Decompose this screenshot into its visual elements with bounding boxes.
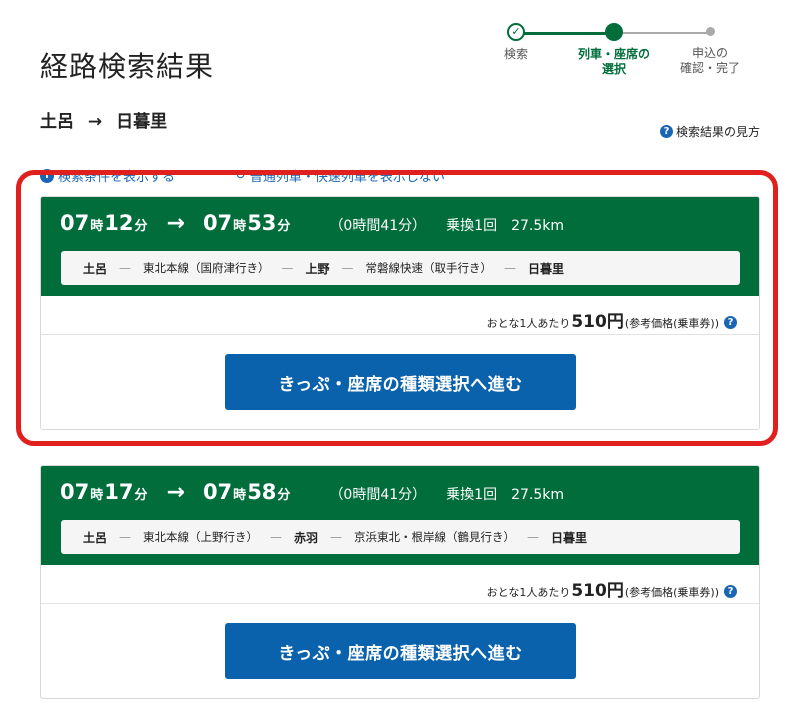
result-card: 07 時 12 分 → 07 時 53 分 （0時間41分） 乗換1回 27.5km 土呂 … (40, 196, 760, 430)
dep-minute: 12 (104, 211, 134, 235)
fare-row: おとな1人あたり 510円 (参考価格(乗車券)) ? (41, 565, 759, 604)
minute-unit: 分 (277, 488, 291, 503)
fare-row: おとな1人あたり 510円 (参考価格(乗車券)) ? (41, 296, 759, 335)
progress-stepper: ✓ 検索 列車・座席の 選択 申込の 確認・完了 (490, 20, 760, 90)
step-label: 申込の 確認・完了 (679, 46, 740, 75)
duration: （0時間41分） (329, 218, 427, 234)
fare-price: 510円 (571, 581, 624, 601)
minute-unit: 分 (134, 488, 148, 503)
station: 日暮里 (528, 261, 565, 276)
time-summary: 07 時 12 分 → 07 時 53 分 （0時間41分） 乗換1回 27.5km (60, 211, 564, 236)
distance: 27.5km (511, 487, 565, 503)
time-summary: 07 時 17 分 → 07 時 58 分 （0時間41分） 乗換1回 27.5km (60, 480, 564, 505)
pending-step-dot (705, 27, 715, 36)
station: 土呂 (83, 530, 108, 545)
help-link[interactable]: ? 検索結果の見方 (660, 123, 760, 140)
path-separator: — (341, 261, 354, 275)
page-title: 経路検索結果 (40, 49, 215, 83)
arr-hour: 07 (202, 211, 233, 235)
hour-unit: 時 (233, 219, 247, 234)
path-separator: — (330, 530, 343, 544)
path-separator: — (504, 261, 517, 275)
station: 赤羽 (294, 530, 319, 545)
show-conditions-label: 検索条件を表示する (58, 170, 176, 185)
result-card: 07 時 17 分 → 07 時 58 分 （0時間41分） 乗換1回 27.5km 土呂 … (40, 465, 760, 699)
path-separator: — (281, 261, 294, 275)
fare-info: おとな1人あたり 510円 (参考価格(乗車券)) ? (487, 576, 737, 601)
train-line: 東北本線（上野行き） (143, 530, 259, 544)
route-arrow: → (87, 112, 103, 132)
station: 日暮里 (551, 530, 588, 545)
path-separator: — (270, 530, 283, 544)
proceed-ticket-selection-button[interactable]: きっぷ・座席の種類選択へ進む (225, 623, 576, 679)
minute-unit: 分 (277, 219, 291, 234)
current-step-dot (605, 23, 623, 41)
duration: （0時間41分） (329, 487, 427, 503)
hour-unit: 時 (233, 488, 247, 503)
route-to: 日暮里 (116, 112, 168, 132)
route-heading: 土呂 → 日暮里 (40, 107, 167, 132)
step-search: ✓ 検索 (471, 23, 561, 62)
step-select-train: 列車・座席の 選択 (569, 23, 659, 77)
station: 土呂 (83, 261, 108, 276)
train-line: 常磐線快速（取手行き） (365, 261, 493, 275)
info-icon: i (40, 168, 54, 183)
proceed-ticket-selection-button[interactable]: きっぷ・座席の種類選択へ進む (225, 354, 576, 410)
show-conditions-toggle[interactable]: i 検索条件を表示する (40, 166, 175, 185)
hour-unit: 時 (90, 219, 104, 234)
hide-local-label: 普通列車・快速列車を表示しない (249, 170, 445, 185)
arr-hour: 07 (202, 480, 233, 504)
train-line: 京浜東北・根岸線（鶴見行き） (354, 530, 516, 544)
fare-prefix: おとな1人あたり (486, 317, 571, 330)
result-header: 07 時 12 分 → 07 時 53 分 （0時間41分） 乗換1回 27.5km 土呂 … (41, 197, 759, 296)
dep-hour: 07 (60, 480, 90, 504)
fare-suffix: (参考価格(乗車券)) (624, 317, 719, 330)
transfers: 乗換1回 (446, 487, 498, 503)
question-icon: ? (660, 125, 673, 138)
fare-price: 510円 (571, 312, 624, 332)
fare-prefix: おとな1人あたり (486, 586, 571, 599)
dep-minute: 17 (104, 480, 134, 504)
step-label: 列車・座席の 選択 (577, 47, 650, 76)
step-confirm: 申込の 確認・完了 (665, 27, 755, 76)
check-icon: ✓ (507, 23, 525, 41)
route-path: 土呂 — 東北本線（上野行き） — 赤羽 — 京浜東北・根岸線（鶴見行き） — … (61, 520, 740, 554)
distance: 27.5km (511, 218, 565, 234)
train-line: 東北本線（国府津行き） (143, 261, 270, 275)
refresh-icon: ↻ (235, 168, 246, 183)
path-separator: — (527, 530, 540, 544)
station: 上野 (305, 261, 330, 276)
path-separator: — (119, 261, 132, 275)
path-separator: — (119, 530, 132, 544)
fare-info: おとな1人あたり 510円 (参考価格(乗車券)) ? (487, 307, 737, 332)
help-link-label: 検索結果の見方 (676, 125, 761, 139)
question-icon[interactable]: ? (724, 316, 737, 329)
transfers: 乗換1回 (446, 218, 498, 234)
route-from: 土呂 (40, 112, 74, 132)
arr-minute: 53 (247, 211, 277, 235)
hide-local-trains-toggle[interactable]: ↻ 普通列車・快速列車を表示しない (235, 166, 445, 185)
arr-minute: 58 (247, 480, 277, 504)
question-icon[interactable]: ? (724, 585, 737, 598)
dep-hour: 07 (60, 211, 90, 235)
result-header: 07 時 17 分 → 07 時 58 分 （0時間41分） 乗換1回 27.5km 土呂 … (41, 466, 759, 565)
arrow-right-icon: → (166, 480, 185, 505)
fare-suffix: (参考価格(乗車券)) (624, 586, 719, 599)
route-path: 土呂 — 東北本線（国府津行き） — 上野 — 常磐線快速（取手行き） — 日暮… (61, 251, 740, 285)
minute-unit: 分 (134, 219, 148, 234)
step-label: 検索 (503, 47, 528, 61)
search-options-row: i 検索条件を表示する ↻ 普通列車・快速列車を表示しない (40, 166, 760, 186)
arrow-right-icon: → (166, 211, 185, 236)
hour-unit: 時 (90, 488, 104, 503)
